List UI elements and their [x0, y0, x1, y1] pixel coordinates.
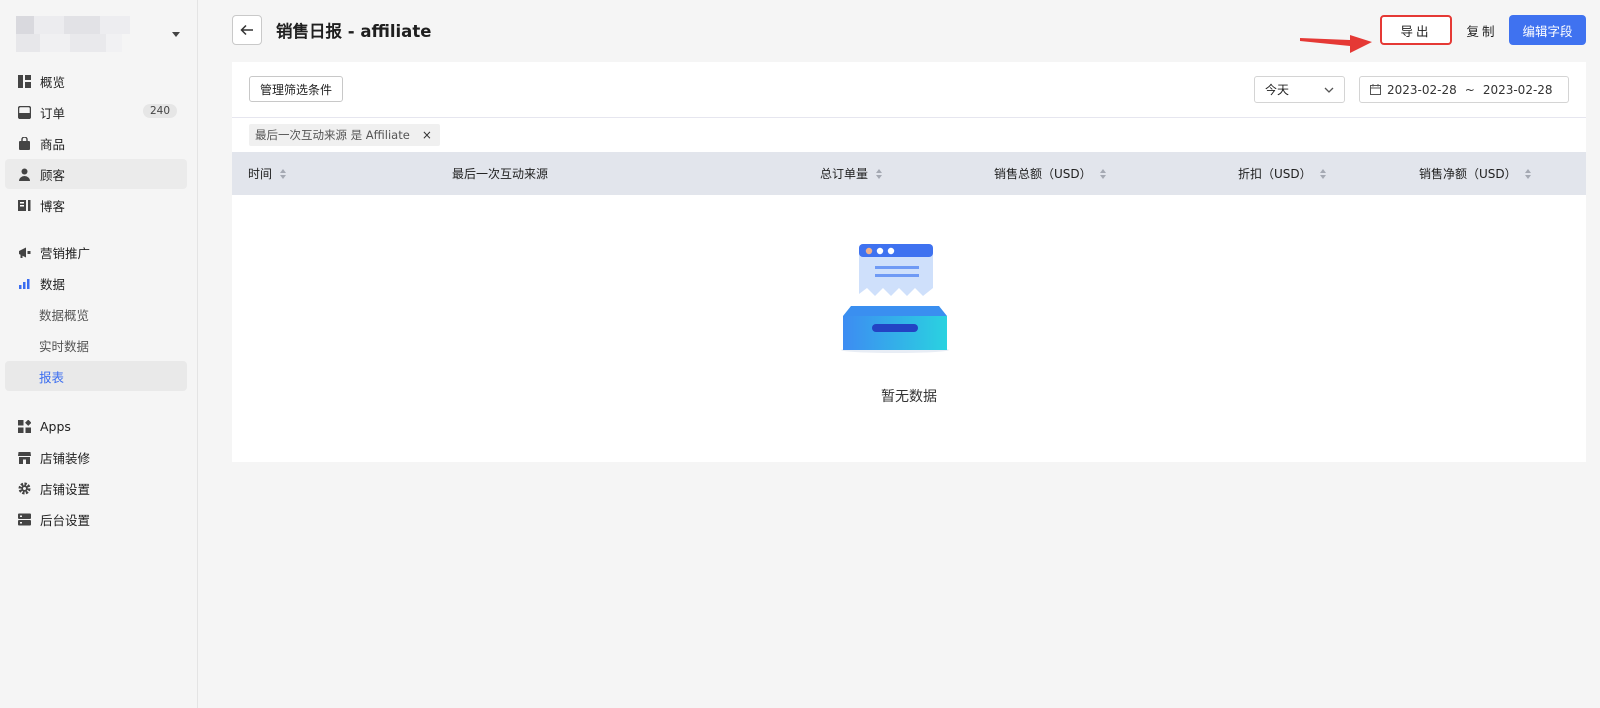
date-separator: ~	[1464, 82, 1475, 97]
sidebar-item-store-settings[interactable]: 店铺设置	[5, 473, 187, 503]
column-header-time[interactable]: 时间	[248, 152, 287, 195]
back-button[interactable]	[232, 15, 262, 45]
sidebar-item-label: 店铺设置	[40, 481, 91, 497]
report-toolbar: 管理筛选条件 今天 2023-02-28 ~ 2023-02-28	[232, 62, 1586, 118]
sidebar-item-label: 营销推广	[40, 245, 91, 261]
manage-filters-button[interactable]: 管理筛选条件	[249, 76, 344, 102]
sidebar-item-label: 数据	[40, 276, 66, 292]
column-label: 最后一次互动来源	[452, 167, 549, 181]
column-header-net-sales[interactable]: 销售净额（USD）	[1419, 152, 1531, 195]
page-header: 销售日报 - affiliate 导出 复制 编辑字段	[232, 15, 1586, 53]
close-icon[interactable]: ×	[422, 128, 432, 142]
date-range-preset-select[interactable]: 今天	[1254, 76, 1345, 103]
sort-icon	[876, 168, 883, 179]
empty-state-illustration	[839, 242, 951, 358]
column-label: 折扣（USD）	[1238, 167, 1312, 181]
column-label: 时间	[248, 167, 273, 181]
sort-icon	[1099, 168, 1106, 179]
sidebar-item-overview[interactable]: 概览	[5, 66, 187, 96]
sidebar-item-orders[interactable]: 订单 240	[5, 97, 187, 127]
sidebar-item-customers[interactable]: 顾客	[5, 159, 187, 189]
sidebar-subitem-reports[interactable]: 报表	[5, 361, 187, 391]
dashboard-icon	[17, 74, 31, 88]
sidebar-item-label: 顾客	[40, 167, 66, 183]
column-label: 销售净额（USD）	[1419, 167, 1517, 181]
page-title: 销售日报 - affiliate	[276, 22, 432, 41]
sidebar-item-label: 实时数据	[39, 338, 90, 354]
filter-chip: 最后一次互动来源 是 Affiliate ×	[249, 124, 440, 146]
sidebar-item-theme[interactable]: 店铺装修	[5, 442, 187, 472]
sidebar-item-label: 报表	[39, 369, 65, 385]
sidebar-item-label: 博客	[40, 198, 66, 214]
sidebar-item-admin-settings[interactable]: 后台设置	[5, 504, 187, 534]
calendar-icon	[1370, 84, 1381, 95]
sidebar-item-analytics[interactable]: 数据	[5, 268, 187, 298]
server-icon	[17, 512, 31, 526]
column-header-orders[interactable]: 总订单量	[820, 152, 883, 195]
apps-icon	[17, 419, 31, 433]
store-logo	[16, 16, 130, 52]
sidebar-item-label: 概览	[40, 74, 66, 90]
inbox-icon	[17, 105, 31, 119]
column-header-discounts[interactable]: 折扣（USD）	[1238, 152, 1326, 195]
bar-chart-icon	[17, 276, 31, 290]
megaphone-icon	[17, 245, 31, 259]
store-icon	[17, 450, 31, 464]
sidebar-item-blog[interactable]: 博客	[5, 190, 187, 220]
sidebar-item-label: 商品	[40, 136, 66, 152]
empty-state-text: 暂无数据	[881, 389, 937, 405]
store-switcher[interactable]	[16, 16, 184, 52]
sort-icon	[1319, 168, 1326, 179]
sidebar-subitem-analytics-overview[interactable]: 数据概览	[5, 299, 187, 329]
sort-icon	[1524, 168, 1531, 179]
blog-icon	[17, 198, 31, 212]
sidebar-item-apps[interactable]: Apps	[5, 411, 187, 441]
bag-icon	[17, 136, 31, 150]
sidebar-item-products[interactable]: 商品	[5, 128, 187, 158]
sidebar-subitem-realtime[interactable]: 实时数据	[5, 330, 187, 360]
order-count-badge: 240	[142, 104, 177, 118]
date-range-picker[interactable]: 2023-02-28 ~ 2023-02-28	[1359, 76, 1569, 103]
column-header-source: 最后一次互动来源	[452, 152, 548, 195]
range-select-value: 今天	[1265, 83, 1290, 97]
chevron-down-icon	[172, 31, 180, 37]
export-button[interactable]: 导出	[1380, 15, 1452, 45]
sidebar: 概览 订单 240 商品 顾客 博客 营销推广 数据 数据概览 实时数据 报表 …	[0, 0, 198, 708]
copy-button[interactable]: 复制	[1460, 15, 1504, 45]
empty-box-icon	[841, 244, 949, 353]
column-header-gross-sales[interactable]: 销售总额（USD）	[994, 152, 1106, 195]
sidebar-item-label: Apps	[40, 418, 71, 434]
gear-icon	[17, 481, 31, 495]
column-label: 销售总额（USD）	[994, 167, 1092, 181]
arrow-left-icon	[240, 24, 253, 36]
active-filters: 最后一次互动来源 是 Affiliate ×	[232, 118, 1586, 152]
table-header: 时间 最后一次互动来源 总订单量 销售总额（USD） 折扣（USD） 销售净额（…	[232, 152, 1586, 195]
chevron-down-icon	[1324, 87, 1334, 93]
date-end: 2023-02-28	[1482, 82, 1553, 97]
sort-icon	[280, 168, 287, 179]
report-panel: 管理筛选条件 今天 2023-02-28 ~ 2023-02-28 最后一次互动…	[232, 62, 1586, 462]
sidebar-item-label: 店铺装修	[40, 450, 91, 466]
user-icon	[17, 167, 31, 181]
annotation-arrow-icon	[1300, 35, 1372, 53]
column-label: 总订单量	[820, 167, 869, 181]
sidebar-item-label: 后台设置	[40, 512, 91, 528]
sidebar-item-marketing[interactable]: 营销推广	[5, 237, 187, 267]
sidebar-item-label: 订单	[40, 105, 66, 121]
date-start: 2023-02-28	[1387, 82, 1457, 97]
edit-fields-button[interactable]: 编辑字段	[1509, 15, 1586, 45]
sidebar-item-label: 数据概览	[39, 307, 90, 323]
filter-chip-label: 最后一次互动来源 是 Affiliate	[255, 128, 410, 142]
